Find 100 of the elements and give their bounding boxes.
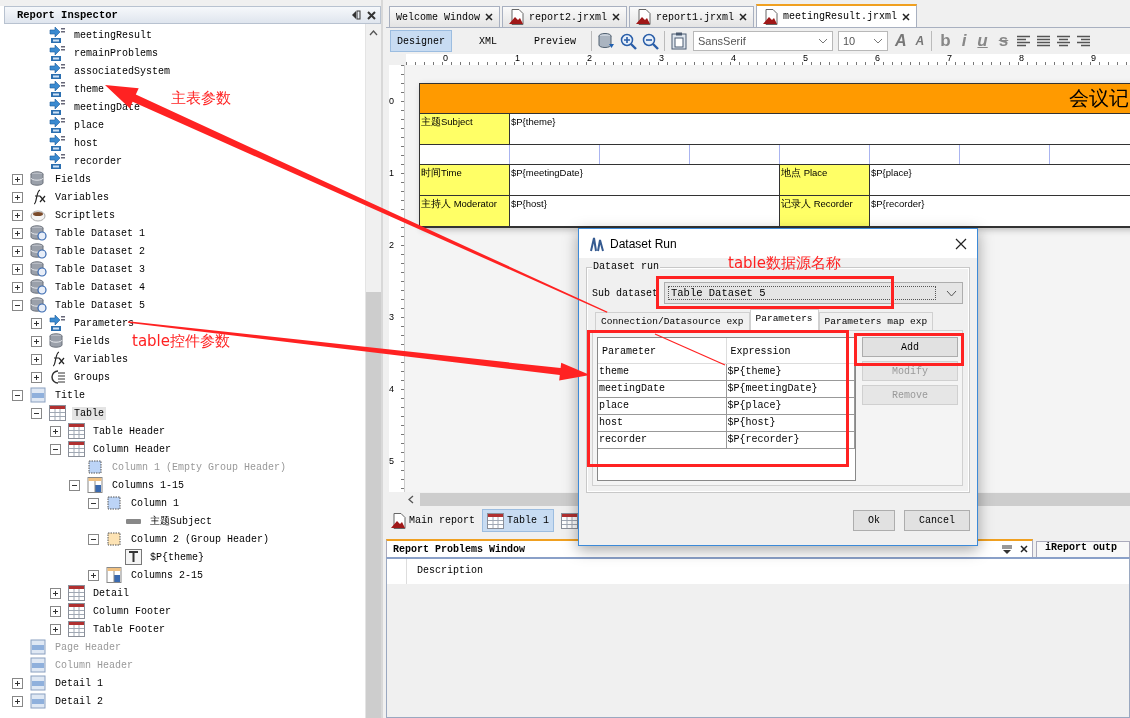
align-icon[interactable] [1076, 34, 1092, 48]
tree-item[interactable]: Column Footer [91, 604, 173, 618]
tree-item[interactable]: Table [72, 406, 106, 420]
align-icon[interactable] [1056, 34, 1072, 48]
tree-item[interactable]: Variables [53, 190, 111, 204]
panel-tab[interactable]: iReport outp [1036, 541, 1130, 557]
tree-item[interactable]: host [72, 136, 100, 150]
font-size-button[interactable]: A [893, 32, 909, 50]
align-icon[interactable] [1016, 34, 1032, 48]
collapse-toggle-icon[interactable] [50, 443, 61, 455]
tree-item[interactable]: recorder [72, 154, 124, 168]
collapse-toggle-icon[interactable] [88, 533, 99, 545]
align-icon[interactable] [1036, 34, 1052, 48]
tree-item[interactable]: meetingResult [72, 28, 154, 42]
tree-item[interactable]: Column 2 (Group Header) [129, 532, 272, 546]
tree-item[interactable]: Column 1 [129, 496, 181, 510]
dialog-tab[interactable]: Parameters [749, 309, 819, 330]
expand-toggle-icon[interactable] [12, 209, 23, 221]
collapse-toggle-icon[interactable] [88, 497, 99, 509]
expand-toggle-icon[interactable] [12, 191, 23, 203]
expand-toggle-icon[interactable] [50, 623, 61, 635]
database-icon[interactable] [597, 32, 615, 50]
expand-toggle-icon[interactable] [12, 227, 23, 239]
report-tab[interactable]: Table 1 [482, 509, 555, 532]
scroll-left-icon[interactable] [408, 495, 414, 504]
close-icon[interactable] [485, 13, 493, 21]
font-size-button[interactable]: A [913, 34, 927, 48]
close-icon[interactable] [612, 13, 621, 21]
expand-toggle-icon[interactable] [12, 695, 23, 707]
tree-item[interactable]: Table Dataset 5 [53, 298, 147, 312]
view-mode-tab[interactable]: Designer [390, 30, 452, 52]
collapse-toggle-icon[interactable] [12, 389, 23, 401]
expand-toggle-icon[interactable] [12, 263, 23, 275]
dialog-button[interactable]: Cancel [904, 510, 970, 531]
tree-item[interactable]: Title [53, 388, 87, 402]
tree-item[interactable]: place [72, 118, 106, 132]
close-icon[interactable] [902, 12, 911, 21]
tree-item[interactable]: associatedSystem [72, 64, 172, 78]
tree-item[interactable]: Detail 2 [53, 694, 105, 708]
tree-item[interactable]: Columns 2-15 [129, 568, 205, 582]
close-icon[interactable] [367, 10, 376, 20]
expand-toggle-icon[interactable] [31, 371, 42, 383]
expand-toggle-icon[interactable] [88, 569, 99, 581]
zoom-out-icon[interactable] [642, 32, 659, 50]
report-tab[interactable]: Main report [386, 509, 480, 532]
tree-item[interactable]: Fields [53, 172, 93, 186]
tree-item[interactable]: Detail 1 [53, 676, 105, 690]
dialog-button[interactable]: Ok [853, 510, 895, 531]
scroll-up-icon[interactable] [369, 30, 378, 36]
zoom-in-icon[interactable] [620, 32, 637, 50]
tree-item[interactable]: meetingDate [72, 100, 142, 114]
tree-item[interactable]: Table Dataset 4 [53, 280, 147, 294]
dialog-tab[interactable]: Connection/Datasource exp [595, 312, 750, 330]
tree-item[interactable]: Variables [72, 352, 130, 366]
tree-item[interactable]: Table Footer [91, 622, 167, 636]
expand-toggle-icon[interactable] [50, 587, 61, 599]
editor-tab[interactable]: meetingResult.jrxml [756, 4, 918, 27]
dialog-button[interactable]: Add [862, 337, 958, 357]
tree-item[interactable]: Detail [91, 586, 131, 600]
editor-tab[interactable]: report2.jrxml [502, 6, 628, 27]
expand-toggle-icon[interactable] [12, 677, 23, 689]
editor-tab[interactable]: report1.jrxml [629, 6, 755, 27]
expand-toggle-icon[interactable] [12, 245, 23, 257]
tree-item[interactable]: Groups [72, 370, 112, 384]
tree-item[interactable]: remainProblems [72, 46, 160, 60]
tree-item[interactable]: Scriptlets [53, 208, 117, 222]
view-mode-tab[interactable]: XML [457, 30, 519, 52]
view-mode-tab[interactable]: Preview [524, 30, 586, 52]
collapse-toggle-icon[interactable] [12, 299, 23, 311]
tree-item[interactable]: Parameters [72, 316, 136, 330]
tree-item[interactable]: Table Dataset 3 [53, 262, 147, 276]
clipboard-icon[interactable] [670, 32, 688, 50]
tree-item[interactable]: Fields [72, 334, 112, 348]
tree-item[interactable]: Column Header [91, 442, 173, 456]
menu-icon[interactable] [1002, 544, 1012, 554]
tree-item[interactable]: Table Header [91, 424, 167, 438]
expand-toggle-icon[interactable] [50, 425, 61, 437]
dialog-tab[interactable]: Parameters map exp [818, 312, 934, 330]
tree-item[interactable]: Table Dataset 2 [53, 244, 147, 258]
expand-toggle-icon[interactable] [12, 173, 23, 185]
close-icon[interactable] [955, 237, 967, 250]
tree-item[interactable]: Table Dataset 1 [53, 226, 147, 240]
minimize-icon[interactable] [351, 10, 361, 20]
font-family-dropdown[interactable]: SansSerif [693, 31, 833, 51]
close-icon[interactable] [739, 13, 748, 21]
close-icon[interactable] [1020, 545, 1028, 553]
dataset-dropdown[interactable]: Table Dataset 5 [664, 282, 963, 304]
editor-tab[interactable]: Welcome Window [389, 6, 500, 27]
expand-toggle-icon[interactable] [31, 317, 42, 329]
tree-item[interactable]: Columns 1-15 [110, 478, 186, 492]
expand-toggle-icon[interactable] [31, 335, 42, 347]
expand-toggle-icon[interactable] [12, 281, 23, 293]
font-size-dropdown[interactable]: 10 [838, 31, 888, 51]
tree-item[interactable]: theme [72, 82, 106, 96]
tree-item[interactable]: 主题Subject [148, 513, 214, 529]
collapse-toggle-icon[interactable] [69, 479, 80, 491]
collapse-toggle-icon[interactable] [31, 407, 42, 419]
scrollbar[interactable] [365, 24, 381, 718]
tree-item[interactable]: $P{theme} [148, 550, 206, 564]
expand-toggle-icon[interactable] [31, 353, 42, 365]
